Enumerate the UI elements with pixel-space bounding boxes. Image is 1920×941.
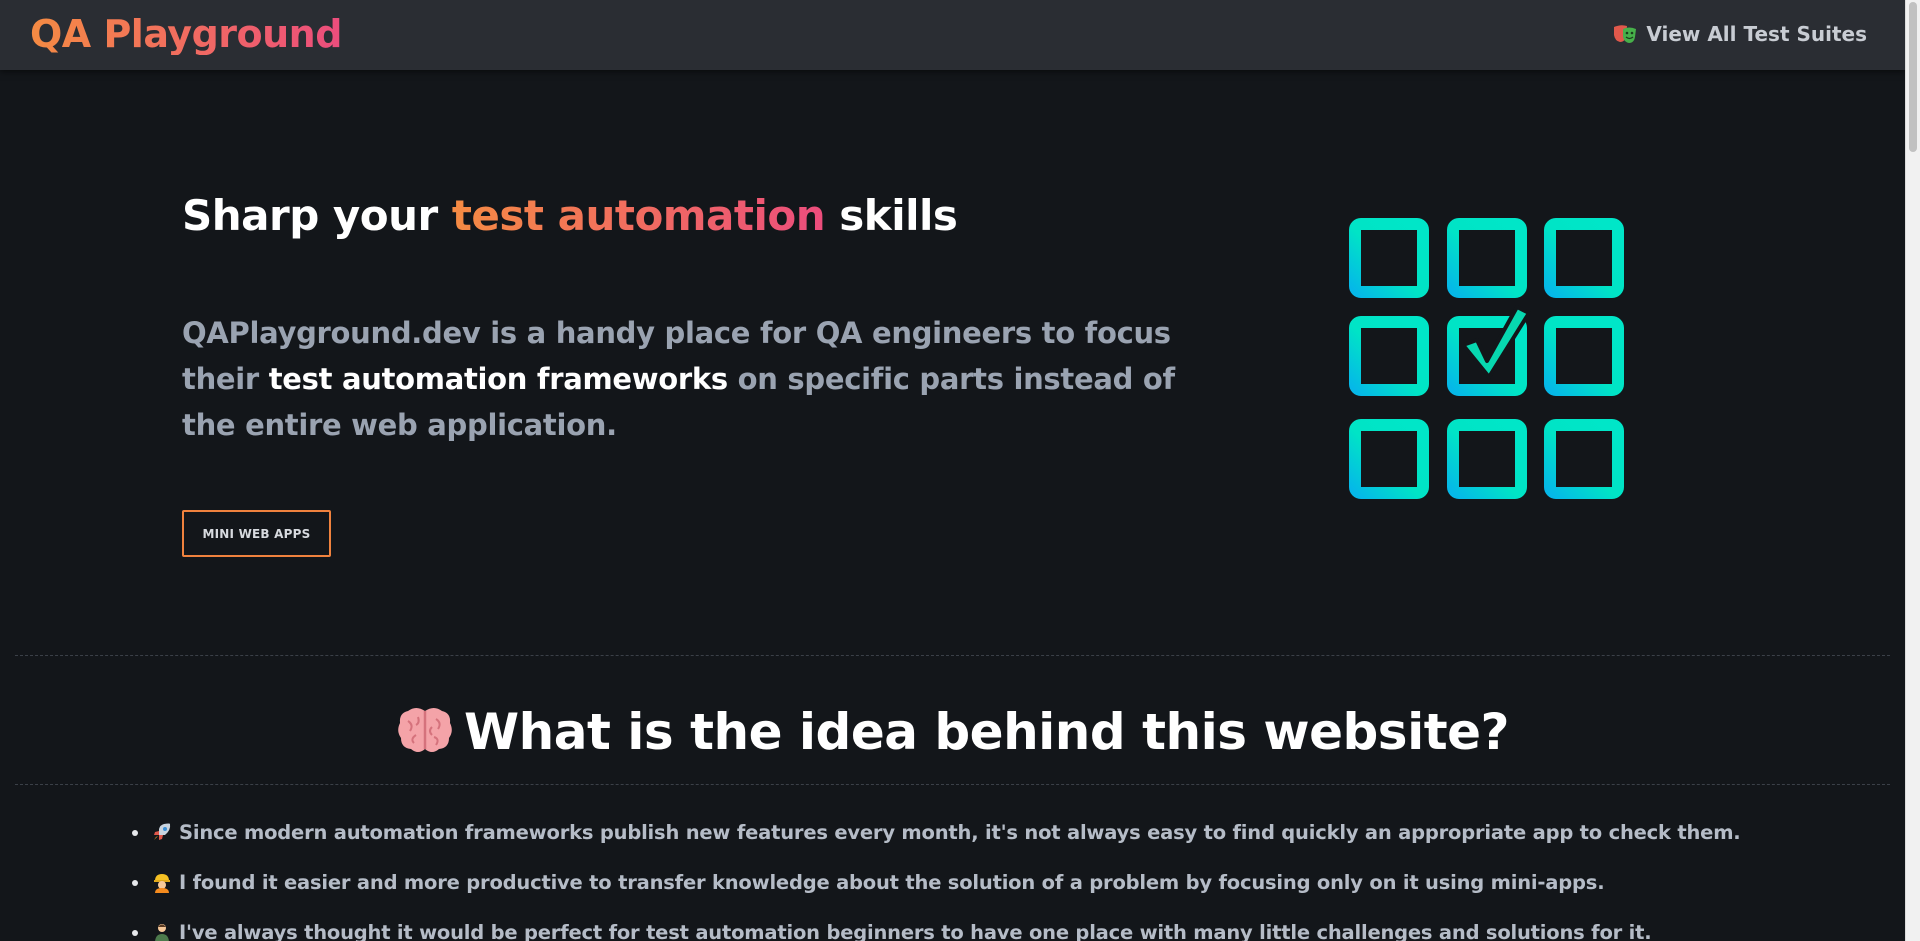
vertical-scrollbar[interactable] xyxy=(1905,0,1920,941)
list-item: I've always thought it would be perfect … xyxy=(151,920,1887,941)
hero-title-accent: test automation xyxy=(451,191,826,240)
section-divider-top xyxy=(15,655,1890,656)
hero-description: QAPlayground.dev is a handy place for QA… xyxy=(182,310,1222,448)
view-all-test-suites-label: View All Test Suites xyxy=(1646,22,1867,46)
hero-title-prefix: Sharp your xyxy=(182,191,452,240)
site-logo[interactable]: QA Playground xyxy=(30,13,342,55)
hero-title: Sharp your test automation skills xyxy=(182,190,958,242)
brain-icon xyxy=(398,708,452,752)
hero-text-strong: test automation frameworks xyxy=(268,362,728,396)
mini-web-apps-button[interactable]: MINI WEB APPS xyxy=(182,510,331,557)
person-icon xyxy=(155,924,169,941)
page: QA Playground View All Test Suites Sharp… xyxy=(0,0,1905,941)
rocket-icon xyxy=(154,823,171,840)
view-all-test-suites-link[interactable]: View All Test Suites xyxy=(1612,22,1867,46)
theater-mask-icon xyxy=(1614,25,1637,43)
list-item-text: I found it easier and more productive to… xyxy=(179,871,1605,894)
idea-section-heading: What is the idea behind this website? xyxy=(0,700,1905,764)
hero-title-suffix: skills xyxy=(825,191,958,240)
list-item-text: Since modern automation frameworks publi… xyxy=(179,821,1741,844)
list-item-text: I've always thought it would be perfect … xyxy=(179,921,1652,941)
top-navbar: QA Playground View All Test Suites xyxy=(0,0,1905,70)
idea-section-heading-text: What is the idea behind this website? xyxy=(463,703,1510,761)
section-divider-bottom xyxy=(15,784,1890,785)
scrollbar-thumb[interactable] xyxy=(1909,2,1917,152)
list-item: Since modern automation frameworks publi… xyxy=(151,820,1887,846)
idea-list: Since modern automation frameworks publi… xyxy=(127,820,1887,941)
checkbox-grid-icon xyxy=(1349,218,1624,499)
list-item: I found it easier and more productive to… xyxy=(151,870,1887,896)
construction-worker-icon xyxy=(154,874,170,893)
